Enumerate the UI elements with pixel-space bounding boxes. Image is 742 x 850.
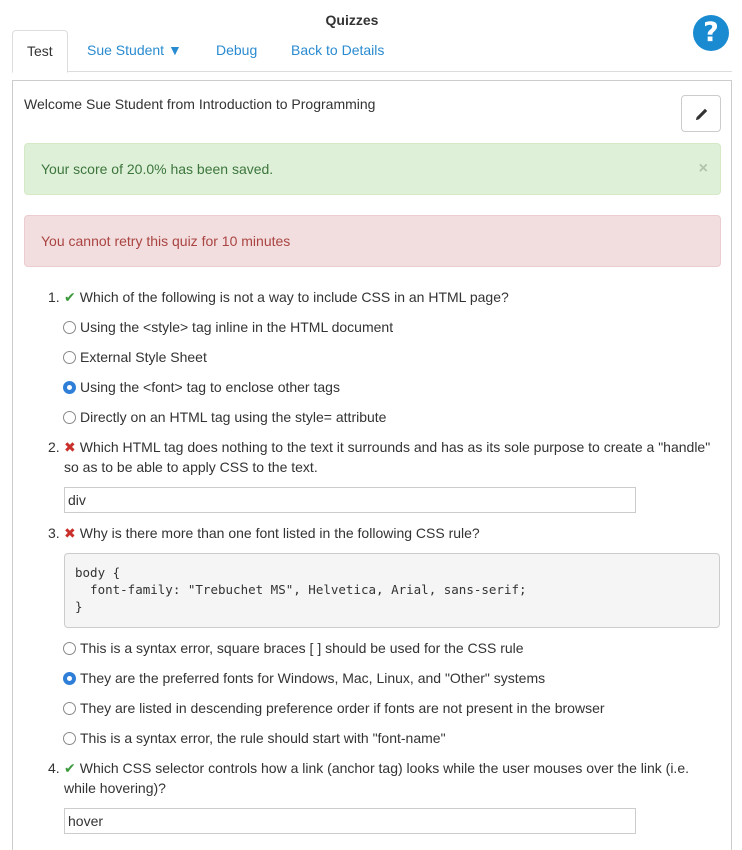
check-icon: ✔ <box>64 760 76 776</box>
check-icon: ✔ <box>64 289 76 305</box>
tab-back-to-details[interactable]: Back to Details <box>277 30 398 72</box>
radio-button[interactable] <box>63 642 76 655</box>
page-title: Quizzes <box>325 12 379 28</box>
answer-option[interactable]: This is a syntax error, square braces [ … <box>63 638 524 658</box>
question-number: 2. <box>48 439 60 455</box>
radio-button[interactable] <box>63 411 76 424</box>
radio-button-selected[interactable] <box>63 381 76 394</box>
answer-option[interactable]: Directly on an HTML tag using the style=… <box>63 407 386 427</box>
x-icon: ✖ <box>64 439 76 455</box>
question-text: ✔ Which of the following is not a way to … <box>64 289 509 305</box>
score-saved-alert: Your score of 20.0% has been saved. × <box>24 143 721 195</box>
score-saved-text: Your score of 20.0% has been saved. <box>41 161 274 177</box>
tab-student-menu[interactable]: Sue Student ▼ <box>73 30 196 72</box>
tab-bar: Test Sue Student ▼ Debug Back to Details <box>12 30 732 73</box>
question-text: ✔ Which CSS selector controls how a link … <box>64 760 689 796</box>
question-number: 1. <box>48 289 60 305</box>
retry-blocked-text: You cannot retry this quiz for 10 minute… <box>41 233 291 249</box>
radio-button[interactable] <box>63 702 76 715</box>
x-icon: ✖ <box>64 525 76 541</box>
answer-option[interactable]: They are the preferred fonts for Windows… <box>63 668 545 688</box>
tab-test[interactable]: Test <box>12 30 68 73</box>
radio-button-selected[interactable] <box>63 672 76 685</box>
radio-button[interactable] <box>63 321 76 334</box>
retry-blocked-alert: You cannot retry this quiz for 10 minute… <box>24 215 721 267</box>
question-text: ✖ Which HTML tag does nothing to the text… <box>64 439 711 475</box>
code-sample: body { font-family: "Trebuchet MS", Helv… <box>64 553 720 628</box>
quiz-panel: Welcome Sue Student from Introduction to… <box>12 80 732 850</box>
tab-debug[interactable]: Debug <box>202 30 271 72</box>
edit-button[interactable] <box>681 95 721 132</box>
question-number: 4. <box>48 760 60 776</box>
answer-field[interactable] <box>64 808 636 834</box>
radio-button[interactable] <box>63 351 76 364</box>
answer-option[interactable]: They are listed in descending preference… <box>63 698 605 718</box>
question-text: ✖ Why is there more than one font listed … <box>64 525 480 541</box>
close-icon[interactable]: × <box>699 144 708 194</box>
answer-option[interactable]: Using the <style> tag inline in the HTML… <box>63 317 393 337</box>
question-number: 3. <box>48 525 60 541</box>
pencil-icon <box>696 108 708 120</box>
radio-button[interactable] <box>63 732 76 745</box>
answer-option[interactable]: This is a syntax error, the rule should … <box>63 728 446 748</box>
answer-option[interactable]: Using the <font> tag to enclose other ta… <box>63 377 340 397</box>
welcome-message: Welcome Sue Student from Introduction to… <box>24 96 376 112</box>
answer-field[interactable] <box>64 487 636 513</box>
answer-option[interactable]: External Style Sheet <box>63 347 207 367</box>
